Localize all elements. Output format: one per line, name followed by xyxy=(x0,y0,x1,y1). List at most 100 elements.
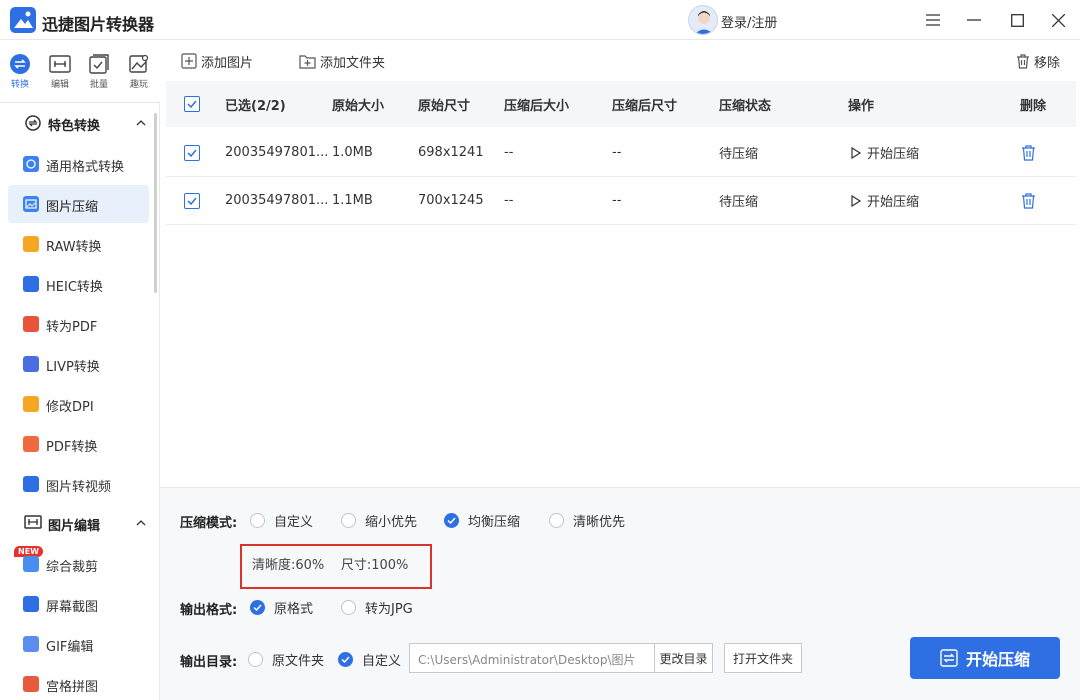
delete-row-button[interactable] xyxy=(1021,129,1036,176)
header-comp-size: 压缩后大小 xyxy=(504,98,570,114)
trash-icon xyxy=(1022,192,1035,209)
add-folder-icon xyxy=(299,54,316,69)
tab-edit[interactable]: 编辑 xyxy=(40,53,80,97)
add-folder-label: 添加文件夹 xyxy=(320,55,386,71)
tab-convert[interactable]: 转换 xyxy=(0,53,40,97)
sidebar-group-label: 图片编辑 xyxy=(48,519,101,534)
dir-original-radio[interactable]: 原文件夹 xyxy=(248,650,324,669)
radio-label: 原格式 xyxy=(274,602,314,617)
tab-fun[interactable]: 趣玩 xyxy=(119,53,159,97)
sidebar-item-general-format[interactable]: 通用格式转换 xyxy=(8,145,149,183)
output-path-input[interactable]: C:\Users\Administrator\Desktop\图片 xyxy=(409,643,655,673)
add-image-icon xyxy=(181,53,197,69)
delete-row-button[interactable] xyxy=(1021,177,1036,224)
header-delete: 删除 xyxy=(1020,98,1047,114)
sidebar-item-crop[interactable]: NEW 综合裁剪 xyxy=(8,545,149,583)
login-register-link[interactable]: 登录/注册 xyxy=(721,12,777,31)
sidebar-group-label: 特色转换 xyxy=(48,119,101,134)
table-row[interactable]: 20035497801... 1.1MB 700x1245 -- -- 待压缩 … xyxy=(166,177,1076,225)
file-name: 20035497801... xyxy=(225,145,329,160)
select-all-checkbox[interactable] xyxy=(184,81,200,127)
edit-icon xyxy=(49,53,71,75)
sidebar-item-pdf-convert[interactable]: PDF转换 xyxy=(8,425,149,463)
sidebar-item-dpi[interactable]: 修改DPI xyxy=(8,385,149,423)
user-avatar-icon[interactable] xyxy=(688,5,718,35)
size-value: 尺寸:100% xyxy=(340,558,409,573)
radio-dot-checked xyxy=(250,600,265,615)
status: 待压缩 xyxy=(719,147,759,162)
sidebar-item-label: 图片转视频 xyxy=(46,480,112,495)
sidebar-item-label: 综合裁剪 xyxy=(46,560,99,575)
convert-icon xyxy=(940,649,958,667)
radio-dot-checked xyxy=(444,513,459,528)
comp-size: -- xyxy=(504,145,514,160)
maximize-icon[interactable] xyxy=(1006,9,1028,31)
sidebar-group-feature-convert[interactable]: 特色转换 xyxy=(0,103,155,143)
table-row[interactable]: 20035497801... 1.0MB 698x1241 -- -- 待压缩 … xyxy=(166,129,1076,177)
open-folder-button[interactable]: 打开文件夹 xyxy=(724,643,802,673)
tab-label: 批量 xyxy=(89,80,108,90)
sidebar-item-raw[interactable]: RAW转换 xyxy=(8,225,149,263)
title-bar: 迅捷图片转换器 登录/注册 xyxy=(0,0,1080,40)
sidebar-item-heic[interactable]: HEIC转换 xyxy=(8,265,149,303)
start-compress-row-button[interactable]: 开始压缩 xyxy=(851,129,919,176)
sidebar-item-gif[interactable]: GIF编辑 xyxy=(8,625,149,663)
mode-shrink-first-radio[interactable]: 缩小优先 xyxy=(341,511,417,530)
format-jpg-radio[interactable]: 转为JPG xyxy=(341,598,413,617)
screenshot-icon xyxy=(23,596,39,612)
app-title: 迅捷图片转换器 xyxy=(42,15,155,34)
sidebar-item-screenshot[interactable]: 屏幕截图 xyxy=(8,585,149,623)
image-to-video-icon xyxy=(23,476,39,492)
image-compress-icon xyxy=(23,196,39,212)
fun-icon xyxy=(128,53,150,75)
convert-icon xyxy=(9,53,31,75)
output-format-label: 输出格式: xyxy=(180,603,238,618)
start-compress-button[interactable]: 开始压缩 xyxy=(910,637,1060,679)
sidebar-item-to-pdf[interactable]: 转为PDF xyxy=(8,305,149,343)
change-dir-button[interactable]: 更改目录 xyxy=(654,643,713,673)
mode-custom-radio[interactable]: 自定义 xyxy=(250,511,313,530)
gif-icon xyxy=(23,636,39,652)
radio-dot xyxy=(250,513,265,528)
quality-values: 清晰度:60% 尺寸:100% xyxy=(252,554,408,573)
sidebar-item-image-to-video[interactable]: 图片转视频 xyxy=(8,465,149,503)
sidebar-item-livp[interactable]: LIVP转换 xyxy=(8,345,149,383)
add-image-button[interactable]: 添加图片 xyxy=(181,52,253,71)
header-comp-dim: 压缩后尺寸 xyxy=(612,98,678,114)
header-action: 操作 xyxy=(848,98,875,114)
sidebar-group-image-edit[interactable]: 图片编辑 xyxy=(0,503,155,543)
minimize-icon[interactable] xyxy=(963,9,985,31)
tab-batch[interactable]: 批量 xyxy=(79,53,119,97)
row-checkbox[interactable] xyxy=(184,177,200,224)
dir-custom-radio[interactable]: 自定义 xyxy=(338,650,401,669)
clarity-value: 清晰度:60% xyxy=(252,558,325,573)
row-checkbox[interactable] xyxy=(184,129,200,176)
dpi-icon xyxy=(23,396,39,412)
sidebar-item-label: RAW转换 xyxy=(46,240,102,255)
start-compress-row-button[interactable]: 开始压缩 xyxy=(851,177,919,224)
sidebar-item-grid-collage[interactable]: 宫格拼图 xyxy=(8,665,149,700)
remove-label: 移除 xyxy=(1034,55,1061,71)
toolbar: 添加图片 添加文件夹 移除 xyxy=(160,41,1080,81)
sidebar: 特色转换 通用格式转换 图片压缩 RAW转换 HEIC转换 转为PDF LIVP… xyxy=(0,103,160,700)
chevron-up-icon xyxy=(136,517,146,527)
action-label: 开始压缩 xyxy=(867,147,920,162)
format-original-radio[interactable]: 原格式 xyxy=(250,598,313,617)
comp-dim: -- xyxy=(612,145,622,160)
start-compress-label: 开始压缩 xyxy=(965,650,1030,669)
radio-dot xyxy=(341,513,356,528)
mode-balanced-radio[interactable]: 均衡压缩 xyxy=(444,511,520,530)
sidebar-item-image-compress[interactable]: 图片压缩 xyxy=(8,185,149,223)
table-header: 已选(2/2) 原始大小 原始尺寸 压缩后大小 压缩后尺寸 压缩状态 操作 删除 xyxy=(166,81,1076,127)
play-icon xyxy=(851,194,861,207)
header-orig-size: 原始大小 xyxy=(332,98,385,114)
mode-clarity-first-radio[interactable]: 清晰优先 xyxy=(549,511,625,530)
add-folder-button[interactable]: 添加文件夹 xyxy=(299,52,386,71)
remove-button[interactable]: 移除 xyxy=(1016,52,1061,71)
close-icon[interactable] xyxy=(1047,9,1069,31)
menu-icon[interactable] xyxy=(922,9,944,31)
header-selected: 已选(2/2) xyxy=(225,98,286,114)
tab-label: 编辑 xyxy=(50,80,69,90)
pdf-convert-icon xyxy=(23,436,39,452)
batch-icon xyxy=(88,53,110,75)
